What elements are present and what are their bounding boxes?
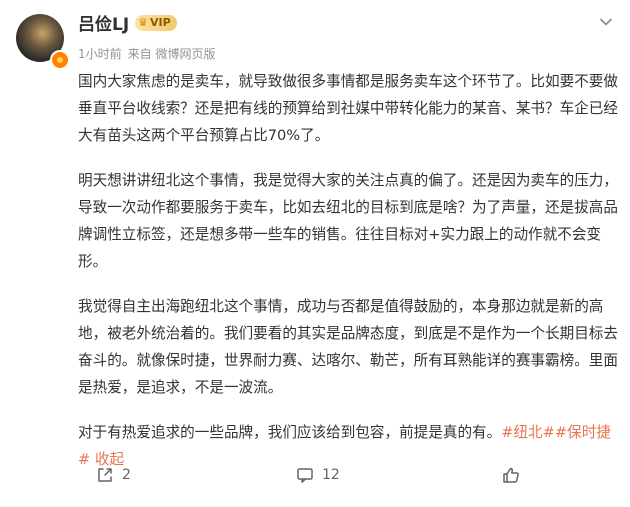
topic-tag-nurburgring[interactable]: #纽北# xyxy=(501,424,555,441)
post-paragraph-text: 对于有热爱追求的一些品牌，我们应该给到包容，前提是真的有。 xyxy=(78,424,502,441)
post-time[interactable]: 1小时前 xyxy=(78,45,122,62)
post-paragraph: 明天想讲讲纽北这个事情，我是觉得大家的关注点真的偏了。还是因为卖车的压力，导致一… xyxy=(78,172,618,270)
comment-button[interactable]: 12 xyxy=(296,466,340,484)
comment-count: 12 xyxy=(322,467,340,483)
post-meta: 1小时前 来自 微博网页版 xyxy=(78,45,215,62)
author-row: 吕俭LJ ♛ VIP xyxy=(78,10,177,35)
author-name[interactable]: 吕俭LJ xyxy=(78,10,129,35)
vip-badge[interactable]: ♛ VIP xyxy=(135,14,177,31)
crown-icon: ♛ xyxy=(138,16,149,29)
comment-icon xyxy=(297,468,313,483)
post-content: 国内大家焦虑的是卖车，就导致做很多事情都是服务卖车这个环节了。比如要不要做垂直平… xyxy=(78,68,618,491)
repost-count: 2 xyxy=(122,467,131,483)
post-paragraph-last: 对于有热爱追求的一些品牌，我们应该给到包容，前提是真的有。#纽北##保时捷# 收… xyxy=(78,419,618,473)
like-button[interactable] xyxy=(502,466,520,484)
more-button[interactable] xyxy=(596,12,616,32)
like-icon xyxy=(503,467,519,483)
verified-badge-icon xyxy=(50,50,70,70)
post-source: 来自 微博网页版 xyxy=(127,47,216,61)
chevron-down-icon xyxy=(600,18,612,26)
repost-icon xyxy=(98,468,112,482)
repost-button[interactable]: 2 xyxy=(96,466,131,484)
vip-label: VIP xyxy=(150,16,171,29)
post-paragraph: 我觉得自主出海跑纽北这个事情，成功与否都是值得鼓励的，本身那边就是新的高地，被老… xyxy=(78,298,618,396)
action-bar: 2 12 xyxy=(0,466,630,496)
post-paragraph: 国内大家焦虑的是卖车，就导致做很多事情都是服务卖车这个环节了。比如要不要做垂直平… xyxy=(78,73,618,144)
